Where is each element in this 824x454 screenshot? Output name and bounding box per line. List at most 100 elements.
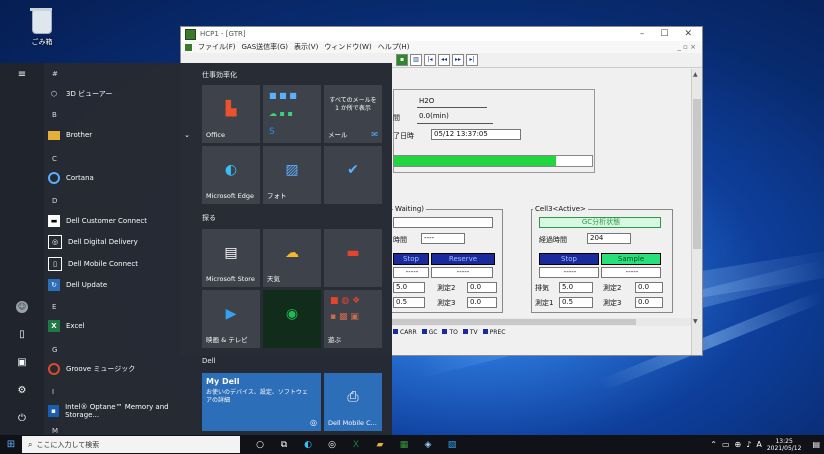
tile-spotify[interactable]: ◉ xyxy=(263,290,321,348)
hcp-taskbar-icon[interactable]: ▦ xyxy=(392,435,416,454)
tile-movies-tv[interactable]: ▶ 映画 & テレビ xyxy=(202,290,260,348)
app-list-header[interactable]: G xyxy=(52,346,57,354)
toolbar-chart-button[interactable]: ▥ xyxy=(410,54,422,66)
app-brother[interactable]: Brother ⌄ xyxy=(48,126,194,144)
dell-taskbar-icon[interactable]: ◎ xyxy=(320,435,344,454)
menu-view[interactable]: 表示(V) xyxy=(294,42,318,52)
task-view-icon[interactable]: ⧉ xyxy=(272,435,296,454)
group-explore[interactable]: 探る xyxy=(202,213,216,223)
toolbar-green-button[interactable]: ▪ xyxy=(396,54,408,66)
tile-label: Microsoft Edge xyxy=(206,192,255,200)
power-icon[interactable]: ⏻ xyxy=(16,413,28,425)
hscroll-thumb[interactable] xyxy=(391,319,636,325)
clock-date: 2021/05/12 xyxy=(766,444,802,452)
user-avatar-icon[interactable]: ☺ xyxy=(16,301,28,313)
prev-record-icon[interactable]: ◂◂ xyxy=(438,54,450,66)
menu-help[interactable]: ヘルプ(H) xyxy=(378,42,410,52)
taskbar-clock[interactable]: 13:25 2021/05/12 xyxy=(767,438,802,452)
chevron-up-icon[interactable]: ⌃ xyxy=(710,440,717,449)
pinned-app-icon-2[interactable]: ▧ xyxy=(440,435,464,454)
cell3-stop-button[interactable]: Stop xyxy=(539,253,599,265)
vertical-scrollbar[interactable]: ▲ ▼ xyxy=(691,69,702,355)
tile-news[interactable]: ▬ xyxy=(324,229,382,287)
ime-indicator[interactable]: A xyxy=(756,440,761,449)
maximize-icon[interactable]: ☐ xyxy=(660,29,668,39)
menu-gas[interactable]: GAS送信率(G) xyxy=(242,42,289,52)
app-dell-update[interactable]: ↻ Dell Update xyxy=(48,276,194,294)
child-window-controls[interactable]: _ ▫ × xyxy=(677,43,696,51)
recycle-bin[interactable]: ごみ箱 xyxy=(22,8,62,47)
app-dell-digital-delivery[interactable]: ◎ Dell Digital Delivery xyxy=(48,233,194,251)
next-record-icon[interactable]: ▸▸ xyxy=(452,54,464,66)
app-cortana[interactable]: Cortana xyxy=(48,169,194,187)
app-list-header[interactable]: D xyxy=(52,197,57,205)
menu-window[interactable]: ウィンドウ(W) xyxy=(324,42,371,52)
app-dell-mobile-connect[interactable]: ▯ Dell Mobile Connect xyxy=(48,255,194,273)
hamburger-icon[interactable]: ≡ xyxy=(16,69,28,81)
app-list-header[interactable]: I xyxy=(52,388,54,396)
cell3-elapsed: 204 xyxy=(587,233,631,244)
tile-label: Office xyxy=(206,131,225,139)
edge-taskbar-icon[interactable]: ◐ xyxy=(296,435,320,454)
cortana-circle-icon[interactable]: ○ xyxy=(248,435,272,454)
cell3-dash-1: ----- xyxy=(539,267,599,278)
tile-photos[interactable]: ▨ フォト xyxy=(263,146,321,204)
first-record-icon[interactable]: |◂ xyxy=(424,54,436,66)
cell3-sample-button[interactable]: Sample xyxy=(601,253,661,265)
vscroll-thumb[interactable] xyxy=(693,99,701,249)
group-productivity[interactable]: 仕事効率化 xyxy=(202,70,237,80)
window-titlebar[interactable]: HCP1 - [GTR] – ☐ ✕ xyxy=(181,27,702,41)
tile-store[interactable]: ▤ Microsoft Store xyxy=(202,229,260,287)
tile-area: 仕事効率化 ▙ Office ■ ■ ■ ☁ ▪ ▪ S すべてのメールを 1 … xyxy=(196,63,392,435)
app-list-header[interactable]: C xyxy=(52,155,57,163)
scroll-down-icon[interactable]: ▼ xyxy=(693,318,698,325)
last-record-icon[interactable]: ▸| xyxy=(466,54,478,66)
pictures-icon[interactable]: ▣ xyxy=(16,357,28,369)
app-groove-music[interactable]: Groove ミュージック xyxy=(48,360,194,378)
cell-waiting-elapsed-label: 時間 xyxy=(393,236,407,244)
app-list-header[interactable]: # xyxy=(52,70,58,78)
tile-my-dell[interactable]: My Dell お使いのデバイス、設定、ソフトウェアの詳細 ◎ xyxy=(202,373,321,431)
app-excel[interactable]: X Excel xyxy=(48,317,194,335)
skype-icon: S xyxy=(269,127,275,137)
gc-status-field: GC分析状態 xyxy=(539,217,661,228)
photos-icon: ▨ xyxy=(285,162,299,179)
windows-start-icon[interactable]: ⊞ xyxy=(0,435,22,454)
tile-todo[interactable]: ✔ xyxy=(324,146,382,204)
menu-file[interactable]: ファイル(F) xyxy=(198,42,236,52)
settings-gear-icon[interactable]: ⚙ xyxy=(16,385,28,397)
group-dell[interactable]: Dell xyxy=(202,357,216,365)
close-icon[interactable]: ✕ xyxy=(684,29,692,39)
excel-taskbar-icon[interactable]: X xyxy=(344,435,368,454)
file-explorer-icon[interactable]: ▰ xyxy=(368,435,392,454)
minimize-icon[interactable]: – xyxy=(640,29,645,39)
tile-mail[interactable]: すべてのメールを 1 か所で表示 メール ✉ xyxy=(324,85,382,143)
app-list-header[interactable]: B xyxy=(52,111,57,119)
tile-play[interactable]: ■ ◍ ❖ ▪ ▩ ▣ 遊ぶ xyxy=(324,290,382,348)
cell-waiting-stop-button[interactable]: Stop xyxy=(393,253,429,265)
tile-dell-mobile-connect[interactable]: ⎙ Dell Mobile C... xyxy=(324,373,382,431)
tile-edge[interactable]: ◐ Microsoft Edge xyxy=(202,146,260,204)
documents-icon[interactable]: ▯ xyxy=(16,329,28,341)
store-icon: ▤ xyxy=(224,245,238,262)
tray-app-icon[interactable]: ▭ xyxy=(722,440,730,449)
app-intel-optane[interactable]: ▪ Intel® Optane™ Memory and Storage... xyxy=(48,402,194,420)
volume-icon[interactable]: ♪ xyxy=(746,440,751,449)
tile-office-apps-group[interactable]: ■ ■ ■ ☁ ▪ ▪ S xyxy=(263,85,321,143)
tile-office[interactable]: ▙ Office xyxy=(202,85,260,143)
cell-waiting-reserve-button[interactable]: Reserve xyxy=(431,253,495,265)
app-dell-customer-connect[interactable]: ▬ Dell Customer Connect xyxy=(48,212,194,230)
time-underline xyxy=(417,123,493,124)
network-icon[interactable]: ⊕ xyxy=(735,440,742,449)
recycle-bin-icon xyxy=(30,8,52,34)
app-3d-viewer[interactable]: ⬡ 3D ビューアー xyxy=(48,85,194,103)
taskbar-search-box[interactable]: ⌕ ここに入力して検索 xyxy=(22,436,240,453)
tile-weather[interactable]: ☁ 天気 xyxy=(263,229,321,287)
notification-icon[interactable]: ▤ xyxy=(812,440,820,449)
pinned-app-icon[interactable]: ◈ xyxy=(416,435,440,454)
app-list-header[interactable]: E xyxy=(52,303,56,311)
system-tray: ⌃ ▭ ⊕ ♪ A 13:25 2021/05/12 ▤ xyxy=(710,435,820,454)
app-list-header[interactable]: M xyxy=(52,427,58,435)
scroll-up-icon[interactable]: ▲ xyxy=(693,71,698,78)
horizontal-scrollbar[interactable] xyxy=(391,318,691,326)
